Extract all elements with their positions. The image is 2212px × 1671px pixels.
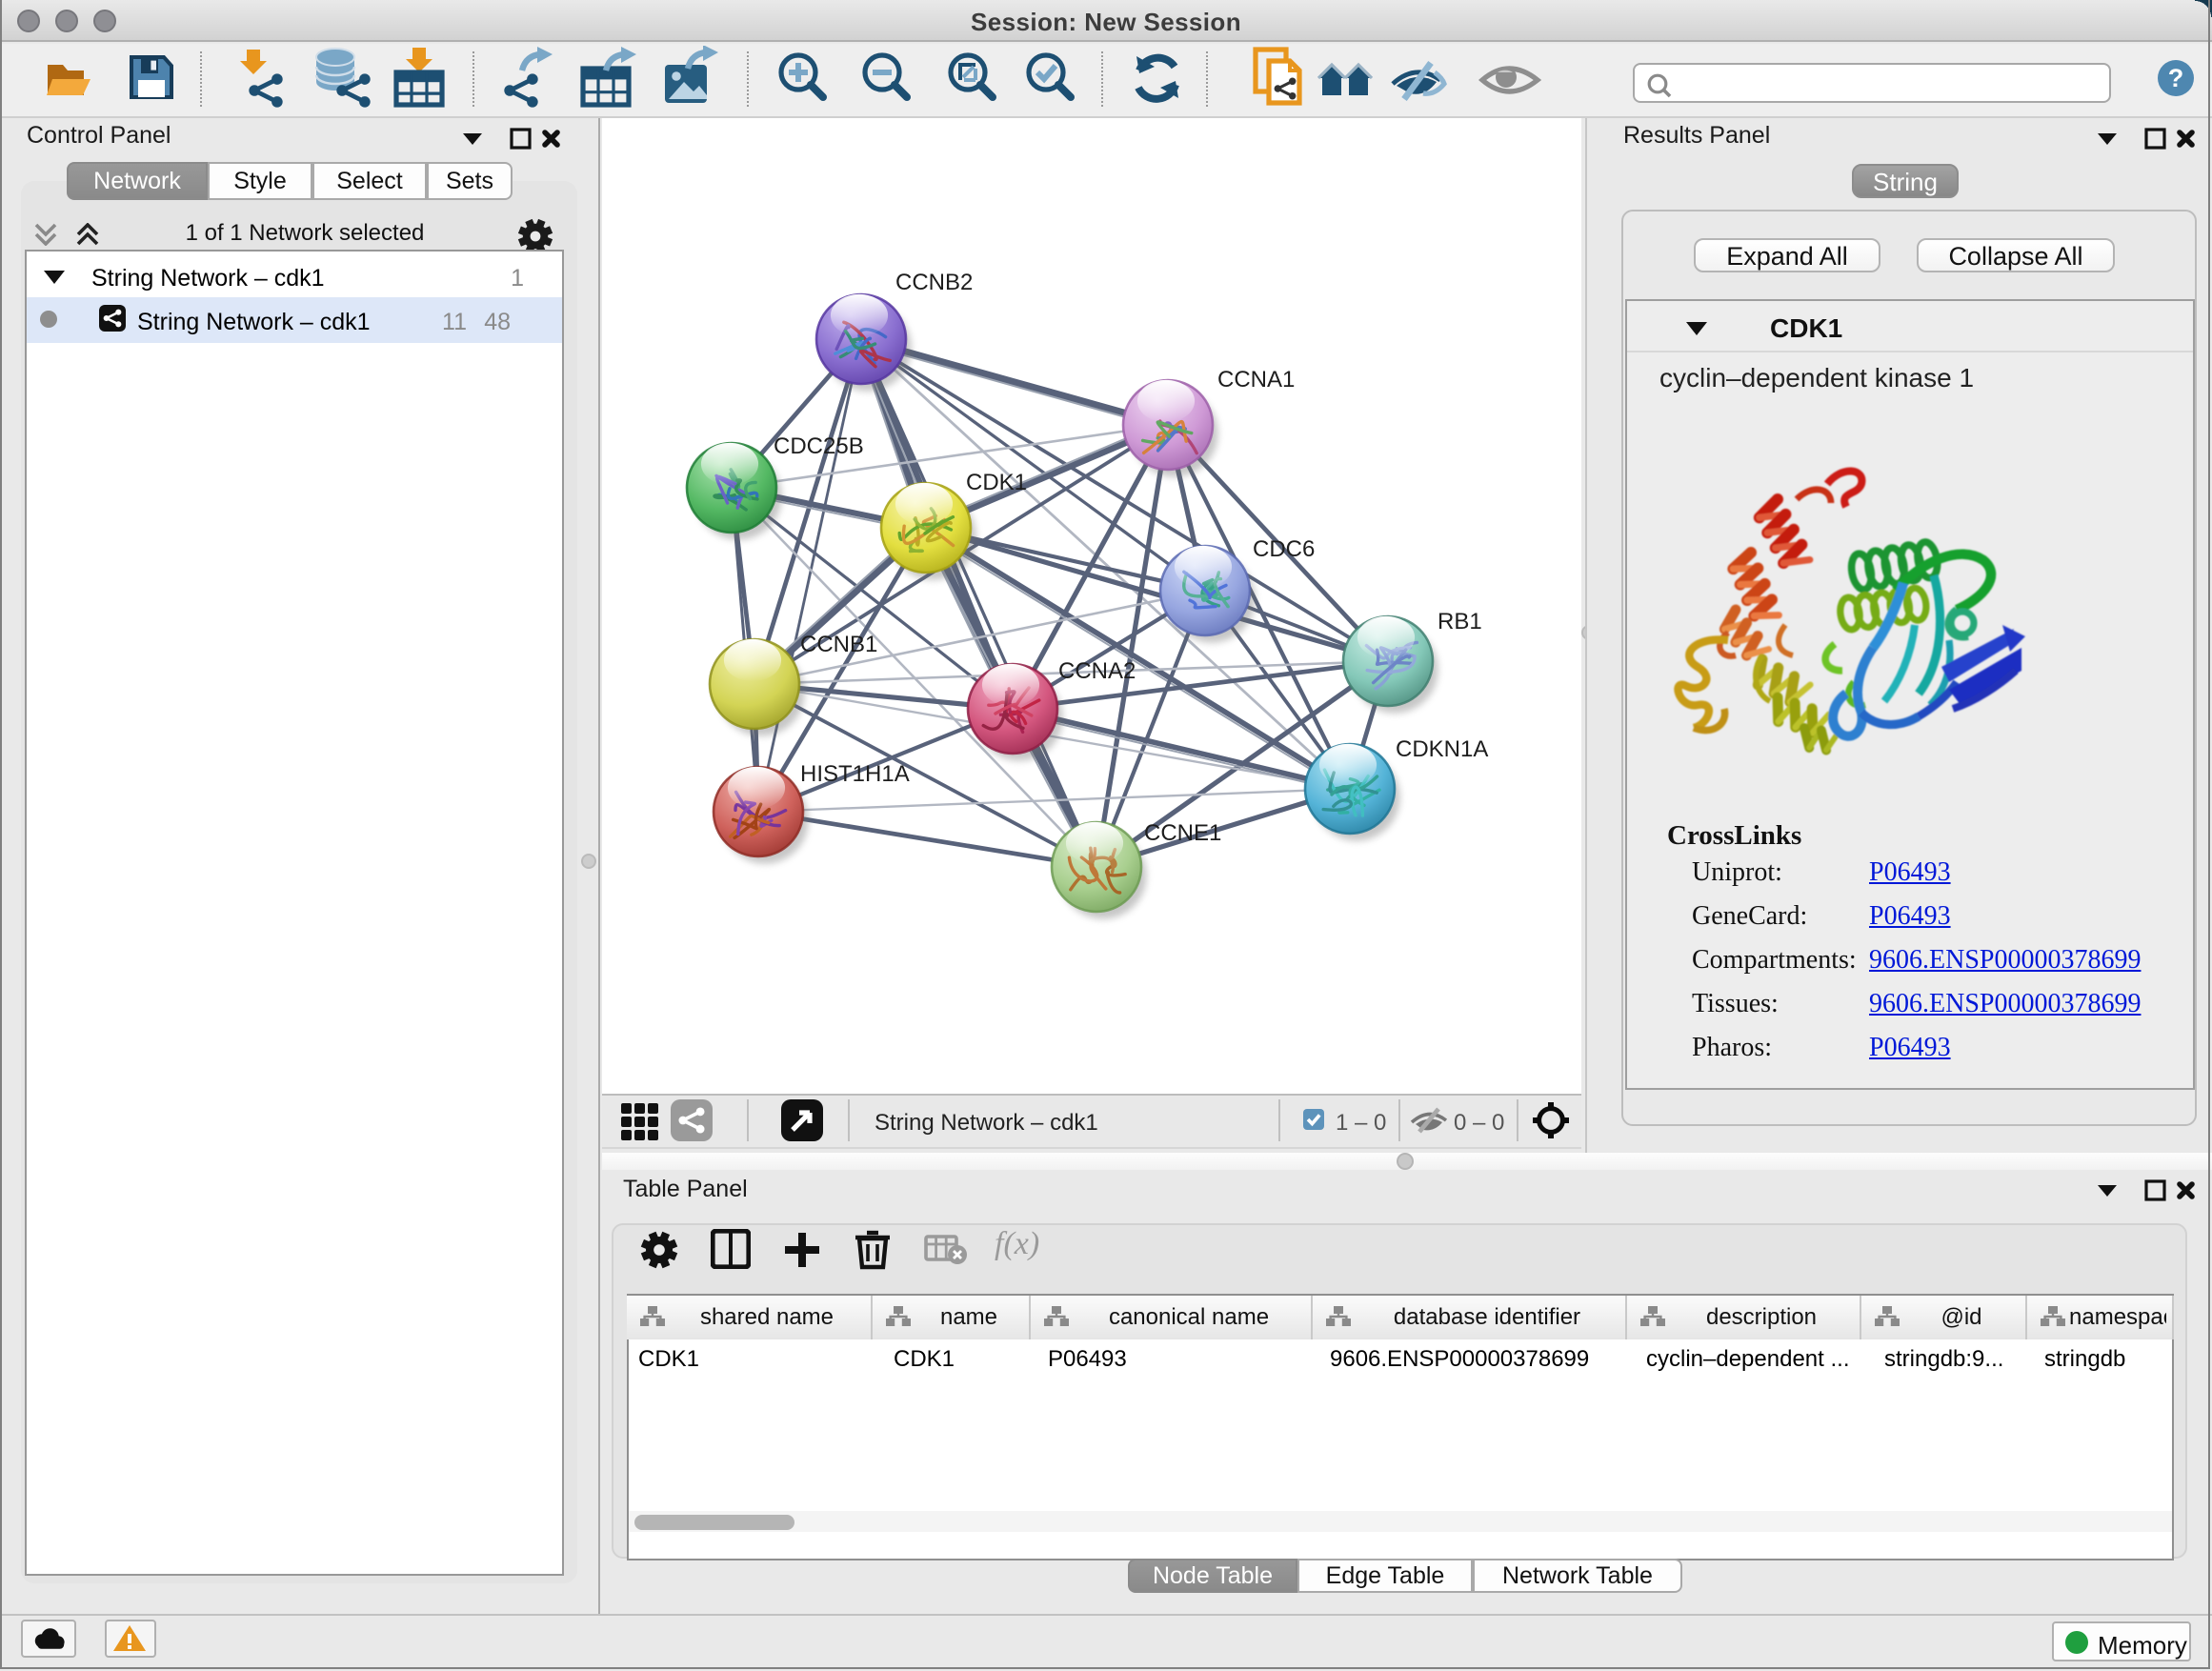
svg-text:CDK1: CDK1 — [965, 470, 1026, 495]
svg-text:RB1: RB1 — [1437, 609, 1481, 634]
svg-text:CCNA1: CCNA1 — [1217, 367, 1294, 393]
svg-text:CDC6: CDC6 — [1252, 536, 1314, 562]
svg-text:CCNA2: CCNA2 — [1057, 658, 1135, 684]
svg-text:CCNB1: CCNB1 — [799, 632, 876, 657]
svg-text:CDKN1A: CDKN1A — [1395, 736, 1487, 762]
svg-text:?: ? — [2168, 64, 2184, 92]
svg-text:CCNE1: CCNE1 — [1143, 820, 1220, 846]
svg-text:CDC25B: CDC25B — [773, 433, 863, 459]
svg-text:HIST1H1A: HIST1H1A — [799, 761, 909, 787]
svg-text:CCNB2: CCNB2 — [895, 270, 972, 295]
